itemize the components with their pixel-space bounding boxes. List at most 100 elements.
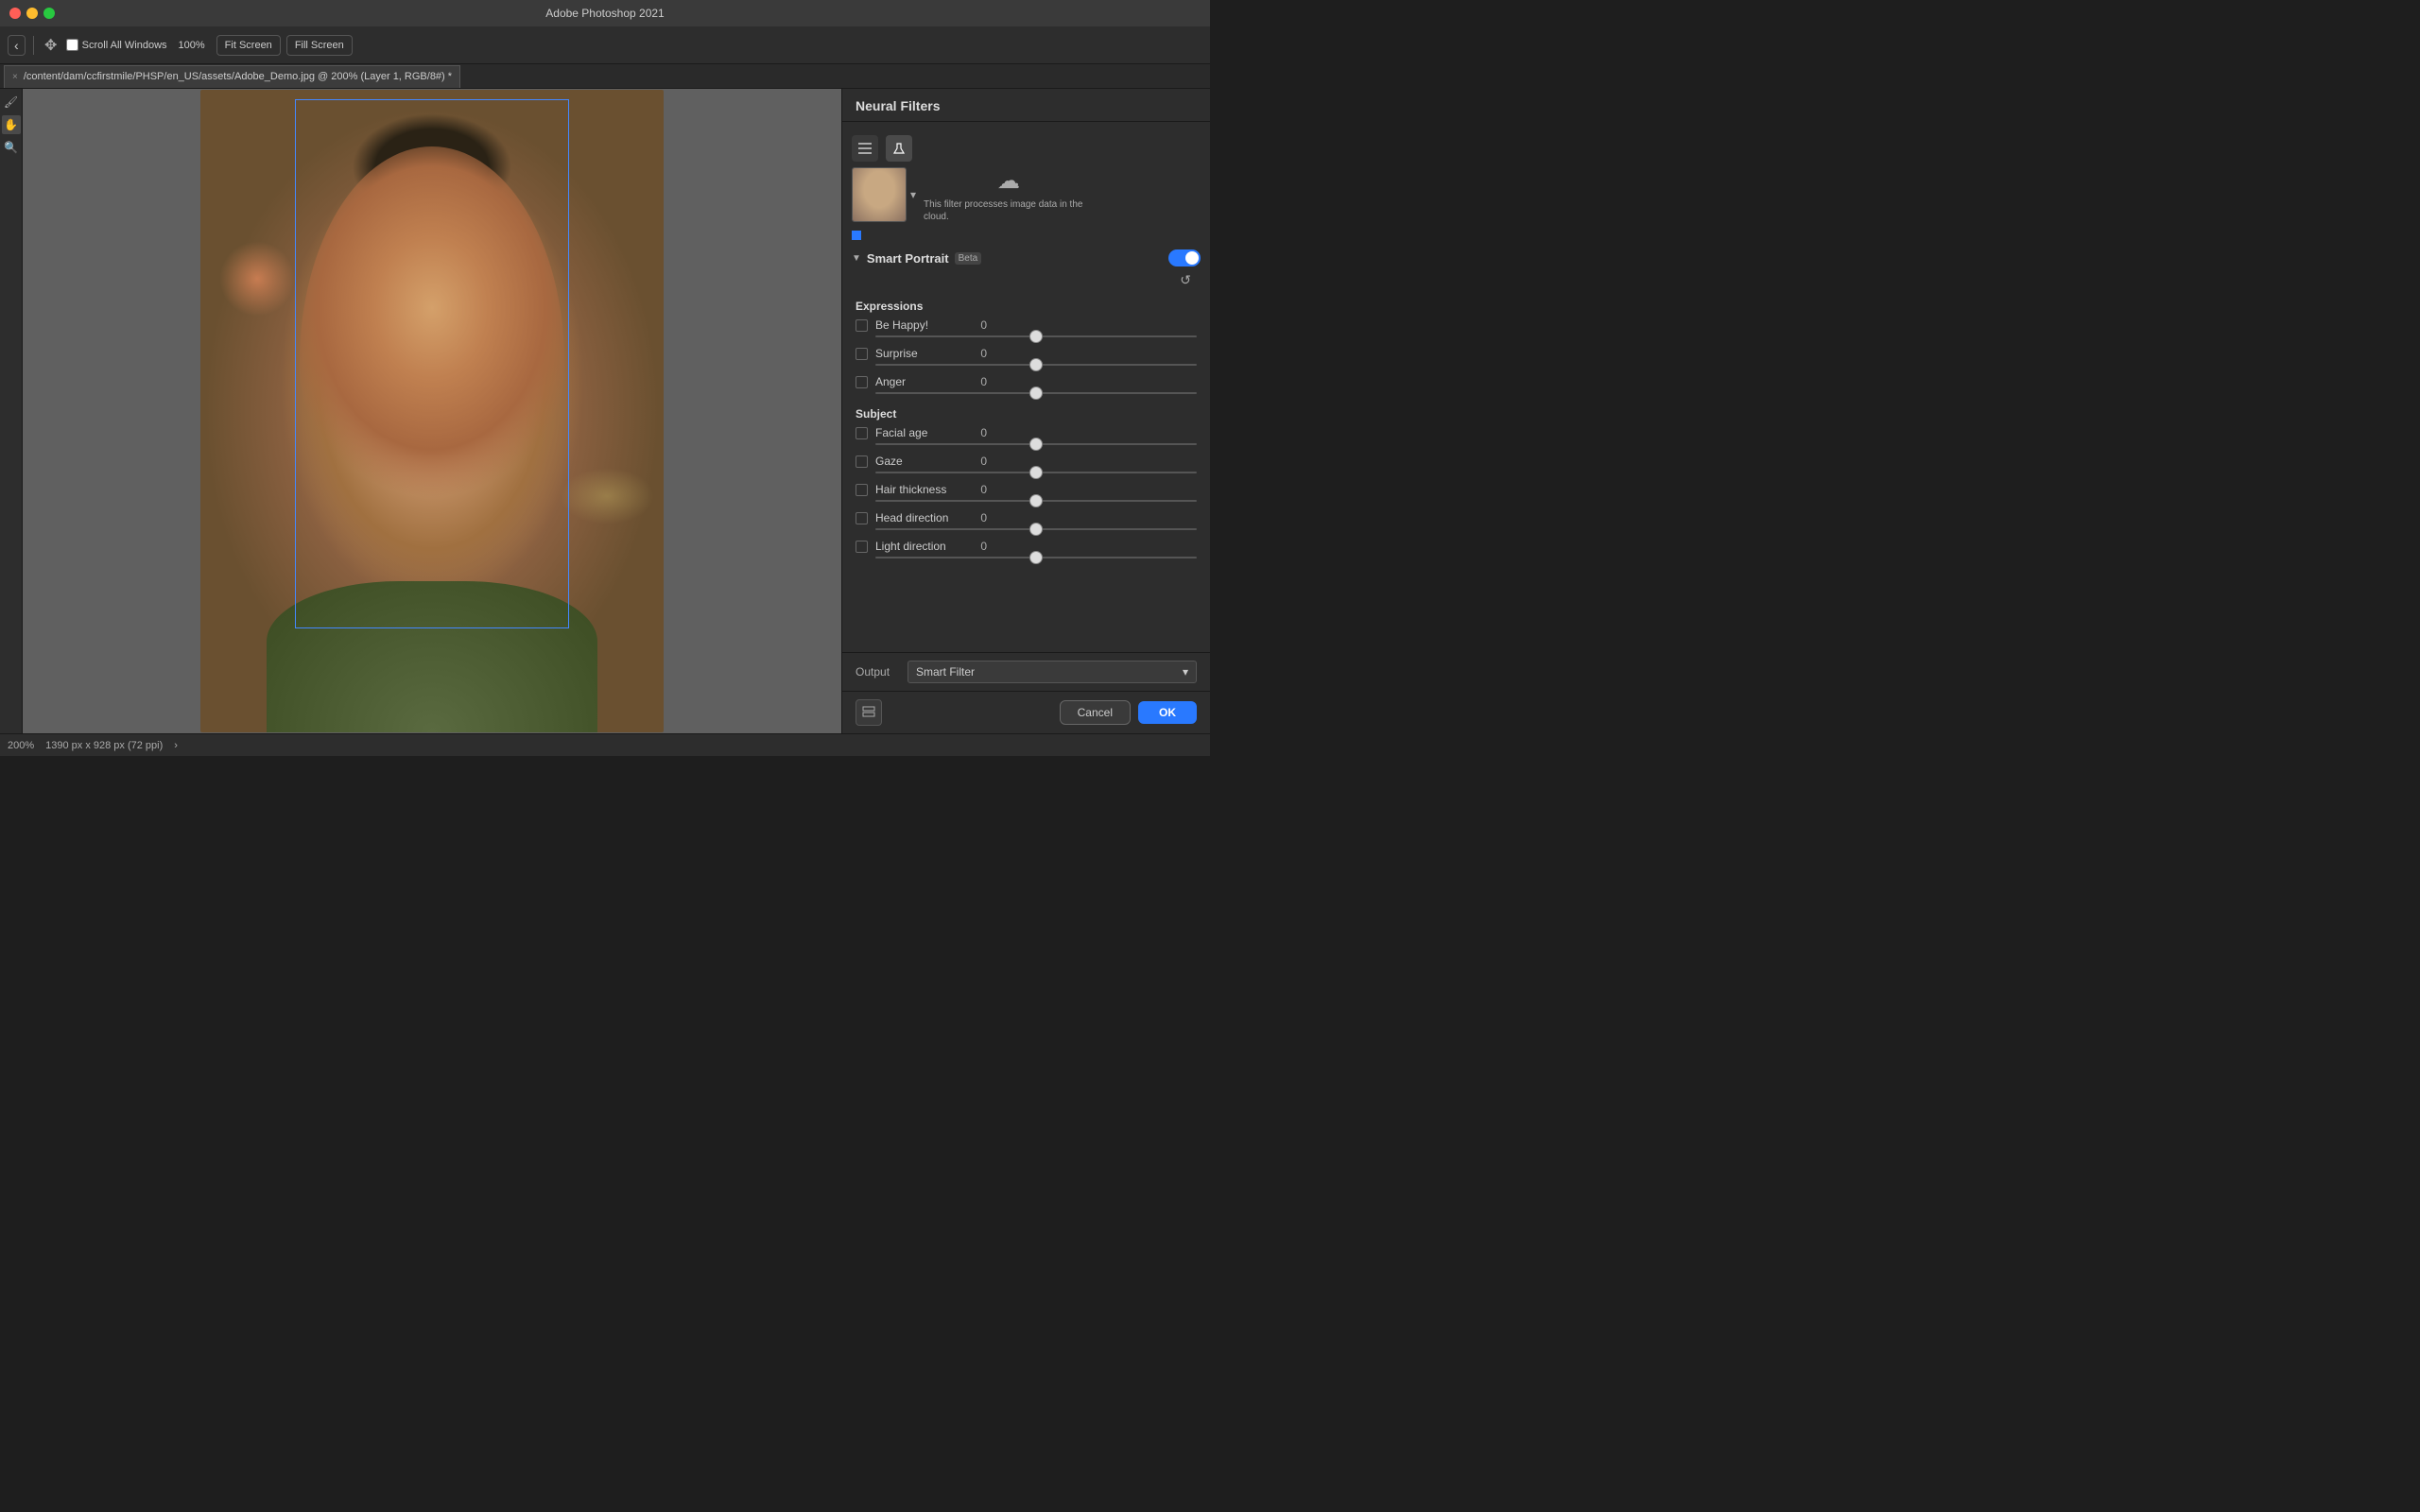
facial-age-label: Facial age [875,426,960,439]
flask-icon [892,142,906,155]
hand-tool-icon[interactable]: ✋ [2,115,21,134]
be-happy-label: Be Happy! [875,318,960,332]
head-direction-label: Head direction [875,511,960,524]
facial-age-checkbox[interactable] [856,427,868,439]
scroll-all-windows-input[interactable] [66,39,78,51]
document-tab[interactable]: × /content/dam/ccfirstmile/PHSP/en_US/as… [4,65,460,88]
hair-thickness-track[interactable] [875,500,1197,502]
app-title: Adobe Photoshop 2021 [545,7,664,20]
filter-list-btn[interactable] [852,135,878,162]
output-chevron-icon: ▾ [1183,665,1188,679]
document-dimensions: 1390 px x 928 px (72 ppi) [45,740,163,751]
surprise-track[interactable] [875,364,1197,366]
scroll-arrow[interactable]: › [174,740,178,751]
be-happy-thumb[interactable] [1029,330,1043,343]
head-direction-thumb[interactable] [1029,523,1043,536]
hair-thickness-value: 0 [968,483,987,496]
hair-thickness-checkbox[interactable] [856,484,868,496]
ok-button[interactable]: OK [1138,701,1197,724]
fit-screen-button[interactable]: Fit Screen [216,35,281,56]
fill-screen-button[interactable]: Fill Screen [286,35,353,56]
anger-value: 0 [968,375,987,388]
canvas-area [23,89,841,733]
hair-thickness-thumb[interactable] [1029,494,1043,507]
light-direction-value: 0 [968,540,987,553]
output-value: Smart Filter [916,665,975,679]
statusbar: 200% 1390 px x 928 px (72 ppi) › [0,733,1210,756]
tab-label: /content/dam/ccfirstmile/PHSP/en_US/asse… [24,71,452,82]
facial-age-track[interactable] [875,443,1197,445]
anger-label: Anger [875,375,960,388]
surprise-thumb[interactable] [1029,358,1043,371]
brush-tool-icon[interactable]: 🖌 [2,93,21,112]
smart-portrait-toggle[interactable] [1168,249,1201,266]
anger-slider-row: Anger 0 [856,375,1197,400]
scroll-all-windows-checkbox[interactable]: Scroll All Windows [66,39,167,51]
output-select[interactable]: Smart Filter ▾ [908,661,1197,683]
anger-checkbox[interactable] [856,376,868,388]
canvas-background [23,89,841,733]
filter-preview-thumbnail [852,167,907,222]
cloud-text: This filter processes image data in the … [924,198,1094,223]
reset-button[interactable]: ↺ [1174,272,1197,288]
panel-header: Neural Filters [842,89,1210,122]
be-happy-checkbox[interactable] [856,319,868,332]
toolbox: 🖌 ✋ 🔍 [0,89,23,733]
output-label: Output [856,665,898,679]
bokeh-effect-2 [560,468,654,524]
gaze-track[interactable] [875,472,1197,473]
light-direction-thumb[interactable] [1029,551,1043,564]
facial-age-thumb[interactable] [1029,438,1043,451]
scroll-all-windows-label: Scroll All Windows [82,40,167,51]
action-buttons: Cancel OK [1060,700,1197,725]
tab-close-icon[interactable]: × [12,72,18,82]
sliders-section: Expressions Be Happy! 0 [842,292,1210,572]
smart-portrait-header[interactable]: ▼ Smart Portrait Beta [842,244,1210,272]
cloud-info: ☁ This filter processes image data in th… [924,167,1094,223]
sp-header-left: ▼ Smart Portrait Beta [852,251,1168,266]
surprise-checkbox[interactable] [856,348,868,360]
light-direction-track[interactable] [875,557,1197,558]
beta-badge: Beta [955,252,982,265]
shirt-layer [267,581,597,732]
close-button[interactable] [9,8,21,19]
thumbnail-face [853,168,906,221]
back-button[interactable]: ‹ [8,35,26,56]
be-happy-value: 0 [968,318,987,332]
layers-icon-btn[interactable] [856,699,882,726]
toolbar-divider-1 [33,36,34,55]
head-direction-slider-row: Head direction 0 [856,511,1197,536]
panel-title: Neural Filters [856,98,940,113]
bottom-buttons: Cancel OK [842,691,1210,733]
facial-age-value: 0 [968,426,987,439]
layers-icon [862,706,875,719]
cloud-icon: ☁ [997,167,1020,195]
light-direction-label: Light direction [875,540,960,553]
filter-list-icon [858,142,872,155]
zoom-level: 200% [8,740,34,751]
surprise-label: Surprise [875,347,960,360]
gaze-checkbox[interactable] [856,455,868,468]
panel-content[interactable]: ▾ ☁ This filter processes image data in … [842,122,1210,652]
toggle-knob [1185,251,1199,265]
anger-thumb[interactable] [1029,387,1043,400]
tabbar: × /content/dam/ccfirstmile/PHSP/en_US/as… [0,64,1210,89]
cancel-button[interactable]: Cancel [1060,700,1131,725]
thumbnail-chevron-btn[interactable]: ▾ [910,188,916,201]
head-direction-track[interactable] [875,528,1197,530]
maximize-button[interactable] [43,8,55,19]
gaze-slider-row: Gaze 0 [856,455,1197,479]
minimize-button[interactable] [26,8,38,19]
surprise-slider-row: Surprise 0 [856,347,1197,371]
be-happy-track[interactable] [875,335,1197,337]
move-tool-icon: ✥ [42,36,60,55]
filter-flask-btn[interactable] [886,135,912,162]
light-direction-checkbox[interactable] [856,541,868,553]
neural-filters-panel: Neural Filters [841,89,1210,733]
head-direction-checkbox[interactable] [856,512,868,524]
subject-label: Subject [856,407,1197,421]
anger-track[interactable] [875,392,1197,394]
gaze-thumb[interactable] [1029,466,1043,479]
zoom-tool-icon[interactable]: 🔍 [2,138,21,157]
portrait-image [200,90,664,732]
